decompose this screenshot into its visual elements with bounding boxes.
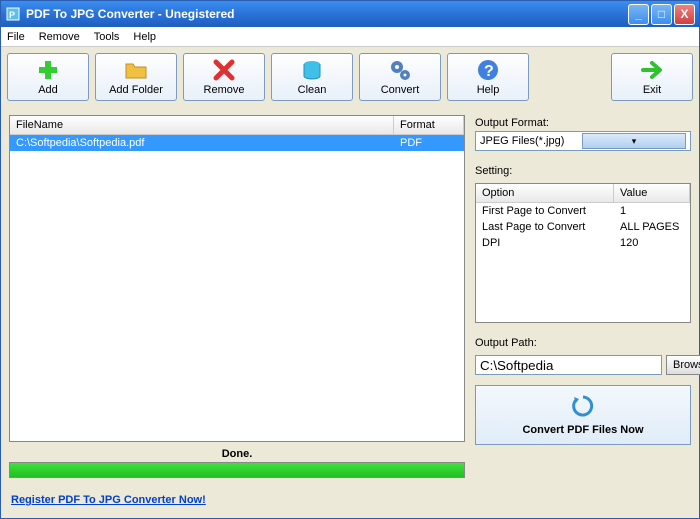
cell-value: 1 xyxy=(614,203,690,219)
progress-fill xyxy=(10,463,464,477)
right-panel: Output Format: JPEG Files(*.jpg) ▾ Setti… xyxy=(475,115,691,478)
settings-header: Option Value xyxy=(476,184,690,203)
header-filename[interactable]: FileName xyxy=(10,116,394,134)
cell-option: Last Page to Convert xyxy=(476,219,614,235)
output-format-label: Output Format: xyxy=(475,115,691,131)
register-link[interactable]: Register PDF To JPG Converter Now! xyxy=(9,486,691,514)
status-text: Done. xyxy=(9,442,465,462)
convert-button[interactable]: Convert xyxy=(359,53,441,101)
output-path-input[interactable] xyxy=(475,355,662,375)
output-format-value: JPEG Files(*.jpg) xyxy=(480,135,582,147)
window-title: PDF To JPG Converter - Unegistered xyxy=(26,7,626,21)
browse-button[interactable]: Browse xyxy=(666,355,700,375)
help-icon: ? xyxy=(476,58,500,82)
file-list-header: FileName Format xyxy=(10,116,464,135)
remove-label: Remove xyxy=(204,84,245,96)
maximize-button[interactable]: □ xyxy=(651,4,672,25)
plus-icon xyxy=(36,58,60,82)
cell-value: 120 xyxy=(614,235,690,251)
convert-now-label: Convert PDF Files Now xyxy=(522,424,643,436)
content-area: FileName Format C:\Softpedia\Softpedia.p… xyxy=(1,107,699,486)
help-label: Help xyxy=(477,84,500,96)
menu-tools[interactable]: Tools xyxy=(94,31,120,43)
titlebar: P PDF To JPG Converter - Unegistered _ □… xyxy=(1,1,699,27)
app-window: P PDF To JPG Converter - Unegistered _ □… xyxy=(0,0,700,519)
cell-filename: C:\Softpedia\Softpedia.pdf xyxy=(10,135,394,151)
progress-bar xyxy=(9,462,465,478)
remove-button[interactable]: Remove xyxy=(183,53,265,101)
svg-text:P: P xyxy=(9,10,15,20)
svg-text:?: ? xyxy=(484,63,494,80)
exit-button[interactable]: Exit xyxy=(611,53,693,101)
x-icon xyxy=(212,58,236,82)
setting-label: Setting: xyxy=(475,163,691,179)
add-label: Add xyxy=(38,84,58,96)
gears-icon xyxy=(388,58,412,82)
convert-now-button[interactable]: Convert PDF Files Now xyxy=(475,385,691,445)
cell-option: DPI xyxy=(476,235,614,251)
settings-header-value[interactable]: Value xyxy=(614,184,690,202)
help-button[interactable]: ? Help xyxy=(447,53,529,101)
menubar: File Remove Tools Help xyxy=(1,27,699,47)
menu-help[interactable]: Help xyxy=(133,31,156,43)
settings-header-option[interactable]: Option xyxy=(476,184,614,202)
clean-label: Clean xyxy=(298,84,327,96)
clean-button[interactable]: Clean xyxy=(271,53,353,101)
output-path-label: Output Path: xyxy=(475,335,691,351)
menu-remove[interactable]: Remove xyxy=(39,31,80,43)
bottom-area: Register PDF To JPG Converter Now! xyxy=(1,486,699,518)
app-icon: P xyxy=(5,6,21,22)
close-button[interactable]: X xyxy=(674,4,695,25)
output-format-select[interactable]: JPEG Files(*.jpg) ▾ xyxy=(475,131,691,151)
cell-format: PDF xyxy=(394,135,464,151)
exit-label: Exit xyxy=(643,84,661,96)
cell-option: First Page to Convert xyxy=(476,203,614,219)
folder-icon xyxy=(124,58,148,82)
chevron-down-icon: ▾ xyxy=(582,133,686,149)
add-folder-button[interactable]: Add Folder xyxy=(95,53,177,101)
left-panel: FileName Format C:\Softpedia\Softpedia.p… xyxy=(9,115,465,478)
table-row[interactable]: DPI 120 xyxy=(476,235,690,251)
arrow-right-icon xyxy=(640,58,664,82)
output-path-row: Browse xyxy=(475,355,691,375)
cell-value: ALL PAGES xyxy=(614,219,690,235)
refresh-icon xyxy=(571,394,595,418)
table-row[interactable]: Last Page to Convert ALL PAGES xyxy=(476,219,690,235)
settings-table[interactable]: Option Value First Page to Convert 1 Las… xyxy=(475,183,691,323)
table-row[interactable]: First Page to Convert 1 xyxy=(476,203,690,219)
convert-label: Convert xyxy=(381,84,420,96)
header-format[interactable]: Format xyxy=(394,116,464,134)
toolbar: Add Add Folder Remove Clean Convert ? He… xyxy=(1,47,699,107)
file-list[interactable]: FileName Format C:\Softpedia\Softpedia.p… xyxy=(9,115,465,442)
list-item[interactable]: C:\Softpedia\Softpedia.pdf PDF xyxy=(10,135,464,151)
minimize-button[interactable]: _ xyxy=(628,4,649,25)
database-icon xyxy=(300,58,324,82)
menu-file[interactable]: File xyxy=(7,31,25,43)
add-button[interactable]: Add xyxy=(7,53,89,101)
add-folder-label: Add Folder xyxy=(109,84,163,96)
